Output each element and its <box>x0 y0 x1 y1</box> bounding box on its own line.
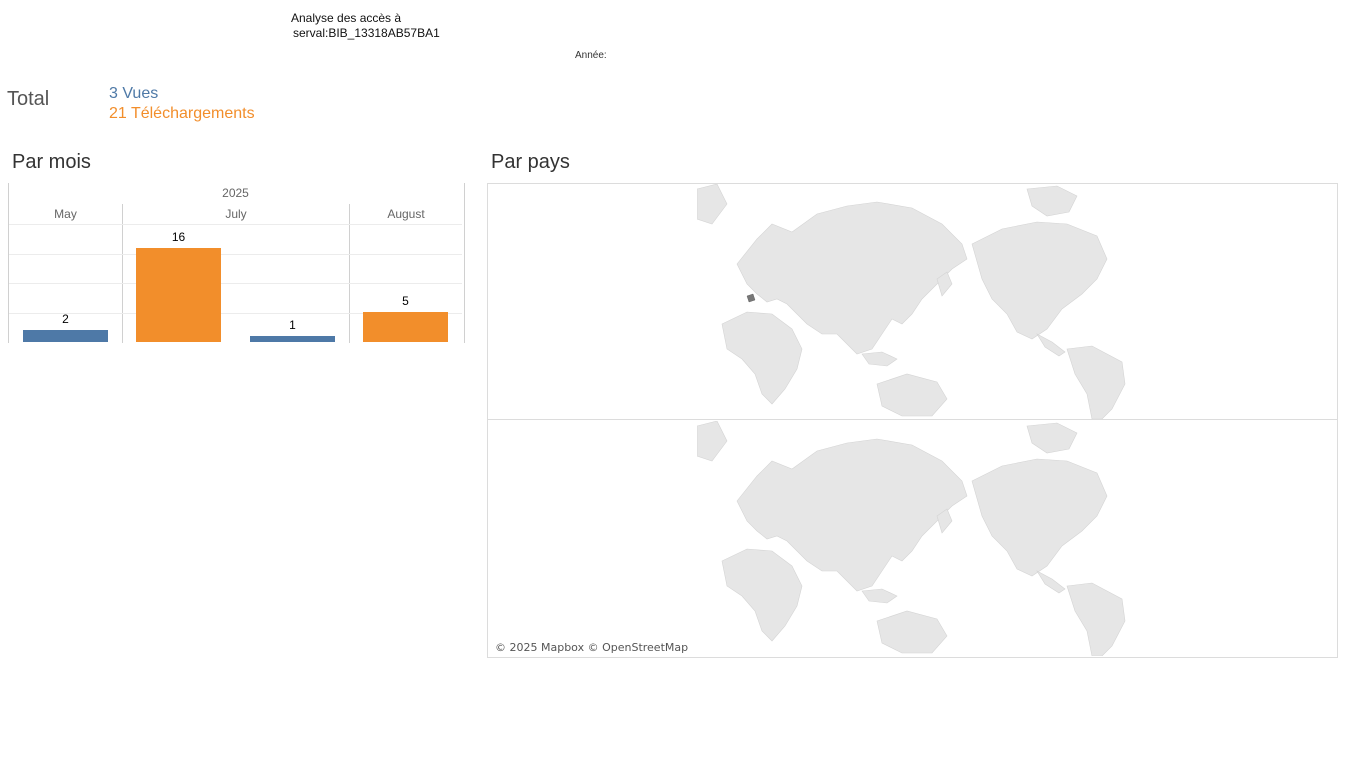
month-header-july: July <box>225 207 247 221</box>
world-map-downloads[interactable] <box>697 421 1127 656</box>
world-map-views[interactable] <box>697 184 1127 419</box>
highlighted-country-switzerland <box>746 293 756 303</box>
year-filter-label[interactable]: Année: <box>575 50 607 61</box>
report-title-line1: Analyse des accès à <box>291 11 402 25</box>
bar-value-label: 16 <box>171 230 186 244</box>
total-views: 3 Vues <box>109 85 159 102</box>
bar-value-label: 1 <box>289 318 296 332</box>
chart-gridline <box>9 254 462 255</box>
map-attribution[interactable]: © 2025 Mapbox © OpenStreetMap <box>495 641 688 654</box>
bar-value-label: 2 <box>62 312 69 326</box>
bar-value-label: 5 <box>402 294 409 308</box>
chart-gridline <box>9 283 462 284</box>
month-header-may: May <box>54 207 77 221</box>
bar-july-downloads[interactable] <box>136 248 221 342</box>
bar-july-views[interactable] <box>250 336 335 342</box>
bar-august-downloads[interactable] <box>363 312 448 342</box>
month-header-august: August <box>387 207 425 221</box>
total-downloads: 21 Téléchargements <box>109 105 255 122</box>
chart-year-header: 2025 <box>222 186 249 200</box>
section-title-by-country: Par pays <box>491 151 570 173</box>
bar-may-views[interactable] <box>23 330 108 342</box>
chart-gridline <box>9 224 462 225</box>
world-land <box>697 421 1126 656</box>
total-label: Total <box>7 88 50 110</box>
map-divider <box>488 419 1337 420</box>
report-title-line2: serval:BIB_13318AB57BA1 <box>293 26 440 40</box>
section-title-by-month: Par mois <box>12 151 91 173</box>
world-land <box>697 184 1126 419</box>
